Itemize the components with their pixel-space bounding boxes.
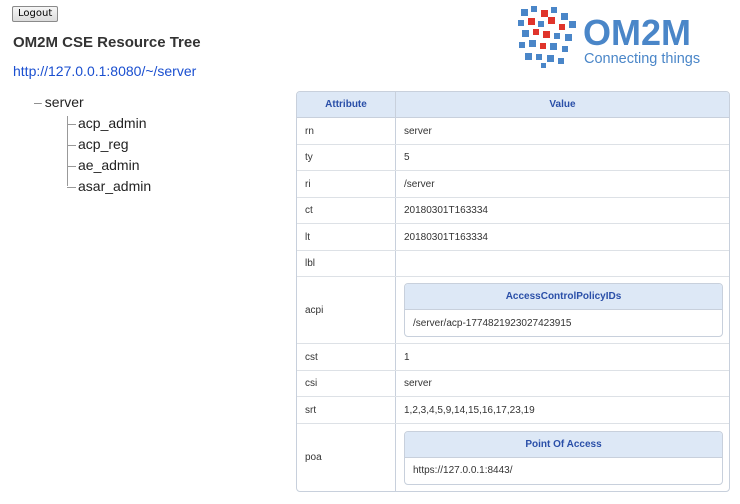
attr-cell: ct	[297, 198, 396, 223]
value-cell: 1,2,3,4,5,9,14,15,16,17,23,19	[404, 404, 535, 416]
table-row: ri/server	[297, 171, 729, 198]
attr-cell: cst	[297, 344, 396, 370]
table-row: lbl	[297, 251, 729, 277]
table-header: Attribute Value	[297, 92, 729, 118]
attr-cell: ty	[297, 145, 396, 170]
tree-node-child[interactable]: acp_admin	[67, 115, 147, 131]
tree-node-server[interactable]: – server	[34, 94, 84, 110]
subtable-value: /server/acp-1774821923027423915	[413, 317, 572, 329]
value-cell: /server	[404, 178, 435, 190]
table-row: srt 1,2,3,4,5,9,14,15,16,17,23,19	[297, 397, 729, 424]
value-cell: 20180301T163334	[404, 205, 488, 216]
value-cell: AccessControlPolicyIDs /server/acp-17748…	[396, 277, 729, 343]
page-title: OM2M CSE Resource Tree	[13, 34, 201, 51]
subtable-value: https://127.0.0.1:8443/	[413, 465, 513, 476]
cse-url-link[interactable]: http://127.0.0.1:8080/~/server	[13, 63, 196, 79]
attr-cell: poa	[297, 424, 396, 491]
attr-cell: lt	[297, 224, 396, 250]
tree-node-label: ae_admin	[78, 157, 140, 173]
column-header-attribute: Attribute	[297, 92, 396, 117]
logo-tagline: Connecting things	[584, 51, 700, 67]
attr-cell: lbl	[297, 251, 396, 276]
om2m-logo: OM2M Connecting things	[518, 6, 700, 68]
table-row: acpi AccessControlPolicyIDs /server/acp-…	[297, 277, 729, 344]
value-cell: server	[404, 378, 432, 389]
value-cell: 5	[404, 152, 410, 163]
subtable-header: AccessControlPolicyIDs	[405, 284, 722, 310]
attribute-table: Attribute Value rn server ty 5 ri/server c…	[296, 91, 730, 492]
attr-cell: acpi	[297, 277, 396, 343]
column-header-value: Value	[549, 99, 576, 110]
value-cell: server	[404, 125, 432, 137]
table-row: lt 20180301T163334	[297, 224, 729, 251]
tree-node-child[interactable]: ae_admin	[67, 157, 140, 173]
poa-subtable: Point Of Access https://127.0.0.1:8443/	[404, 430, 723, 485]
logo-name: OM2M	[583, 12, 691, 53]
logout-button[interactable]: Logout	[12, 6, 59, 22]
tree-connector	[67, 123, 76, 125]
tree-connector	[67, 165, 76, 167]
tree-node-label: asar_admin	[78, 178, 152, 194]
attr-cell: srt	[297, 397, 396, 423]
tree-node-child[interactable]: asar_admin	[67, 178, 151, 194]
tree-connector	[67, 186, 76, 188]
table-row: ty 5	[297, 145, 729, 171]
tree-node-label: acp_admin	[78, 115, 147, 131]
table-row: ct 20180301T163334	[297, 198, 729, 224]
tree-node-child[interactable]: acp_reg	[67, 136, 129, 152]
value-cell: Point Of Access https://127.0.0.1:8443/	[396, 424, 729, 491]
table-row: poa Point Of Access https://127.0.0.1:84…	[297, 424, 729, 491]
attr-cell: ri	[297, 171, 396, 197]
logo-mark-icon	[518, 6, 576, 68]
value-cell: 1	[404, 351, 410, 363]
tree-node-label: acp_reg	[78, 136, 129, 152]
tree-node-label: server	[44, 94, 84, 110]
attr-cell: rn	[297, 118, 396, 144]
collapse-toggle-icon[interactable]: –	[34, 94, 42, 110]
table-row: rn server	[297, 118, 729, 145]
tree-connector	[67, 144, 76, 146]
attr-cell: csi	[297, 371, 396, 396]
table-row: cst 1	[297, 344, 729, 371]
acpi-subtable: AccessControlPolicyIDs /server/acp-17748…	[404, 283, 723, 337]
subtable-header: Point Of Access	[405, 431, 722, 458]
value-cell	[396, 251, 729, 276]
value-cell: 20180301T163334	[404, 231, 488, 243]
table-row: csi server	[297, 371, 729, 397]
